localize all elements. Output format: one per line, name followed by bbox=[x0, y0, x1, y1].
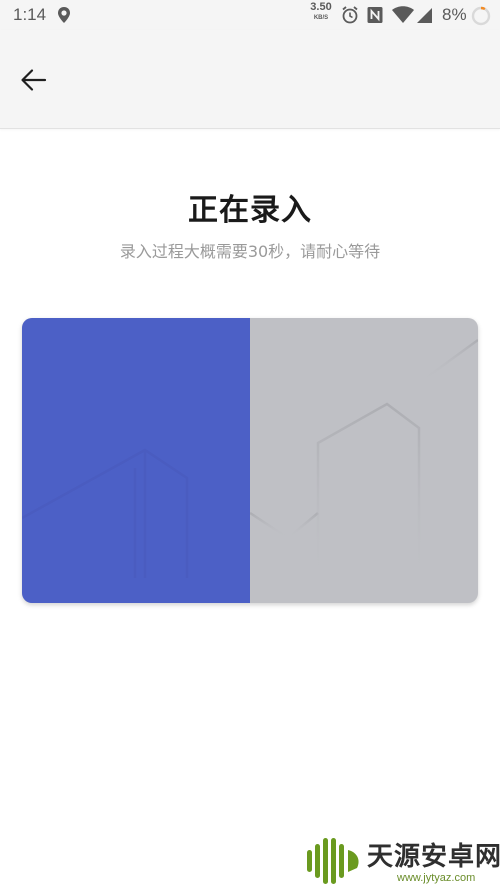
battery-percent: 8% bbox=[442, 5, 467, 24]
battery-ring-icon bbox=[470, 5, 492, 31]
alarm-icon bbox=[341, 5, 359, 29]
signal-icon bbox=[416, 5, 434, 29]
network-speed-unit: KB/S bbox=[313, 15, 329, 21]
back-button[interactable] bbox=[12, 60, 56, 100]
status-bar: 1:14 3.50 KB/S 8% bbox=[0, 0, 500, 30]
watermark: 天源安卓网 www.jytyaz.com bbox=[305, 832, 500, 889]
progress-fill-pattern bbox=[22, 448, 189, 578]
watermark-text: 天源安卓网 bbox=[367, 842, 500, 872]
app-bar bbox=[0, 30, 500, 129]
page-title: 正在录入 bbox=[188, 193, 312, 228]
network-speed-value: 3.50 bbox=[310, 1, 332, 13]
location-icon bbox=[56, 6, 72, 28]
watermark-url: www.jytyaz.com bbox=[397, 872, 476, 884]
status-time: 1:14 bbox=[13, 5, 47, 24]
wifi-icon bbox=[391, 5, 415, 29]
android-logo-icon bbox=[307, 838, 359, 884]
network-speed: 3.50 KB/S bbox=[307, 1, 335, 23]
progress-fill bbox=[22, 318, 250, 603]
arrow-left-icon bbox=[21, 69, 47, 91]
enrollment-progress-card bbox=[22, 318, 478, 603]
nfc-icon bbox=[366, 5, 384, 29]
page-subtitle: 录入过程大概需要30秒，请耐心等待 bbox=[119, 242, 381, 261]
